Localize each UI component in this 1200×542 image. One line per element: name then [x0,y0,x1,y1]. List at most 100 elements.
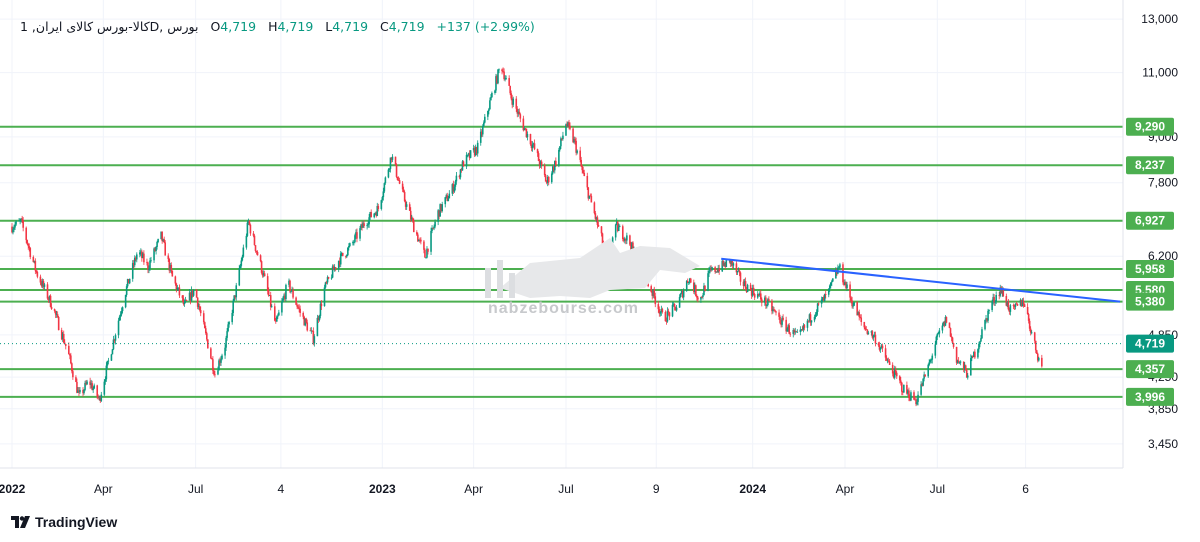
candle [687,281,690,286]
level-price-badge: 5,958 [1126,259,1174,278]
level-price-badge: 4,357 [1126,360,1174,379]
candle [196,297,199,310]
candle [93,383,95,390]
candle [84,380,86,392]
candle [562,131,564,141]
candle [285,283,287,302]
candle [596,215,599,229]
candle [621,224,624,242]
candle [753,293,756,301]
svg-text:4,719: 4,719 [1135,337,1165,351]
level-price-badge: 6,927 [1126,211,1174,230]
candle [629,234,631,246]
candle [238,264,241,287]
candle [809,311,812,326]
candle [739,271,742,286]
candle [448,190,451,199]
candle [744,277,747,291]
candle [42,278,45,290]
candle [977,348,979,359]
candle [607,245,610,252]
candle [192,289,195,297]
candle [110,353,113,361]
candle [100,391,103,403]
candle [675,305,678,312]
candle [799,326,802,336]
candle [49,294,52,308]
candle [858,309,861,321]
candle [289,279,291,294]
candle [376,202,379,217]
candle [587,186,590,201]
candle [178,284,181,298]
candle [86,379,88,386]
price-chart[interactable]: 13,00011,0009,0007,8006,2004,8504,2503,8… [0,0,1200,542]
candle [203,321,206,329]
candle [64,344,67,350]
candle [161,231,163,244]
candle [403,190,406,203]
candle [695,284,697,297]
candle [465,152,468,170]
close-label: C [380,19,389,34]
candle [249,223,252,236]
close-value: 4,719 [388,19,425,34]
candle [68,342,70,355]
candle [352,240,354,246]
candle [981,326,983,339]
candle [964,364,967,371]
level-price-badge: 3,996 [1126,387,1174,406]
candle [938,327,941,338]
candle [62,330,65,344]
candle [273,303,276,322]
x-axis[interactable]: 2022 Apr Jul 4 2023 Apr Jul 9 2024 Apr Jul 6 [0,482,1029,496]
candle [269,291,272,311]
candle [128,278,131,285]
candle [547,176,550,186]
candle [879,347,882,353]
tradingview-brand[interactable]: TradingView [11,514,117,530]
candle [714,265,716,274]
candle [860,314,863,326]
candle [707,270,709,292]
candle [853,302,855,307]
candle [359,226,361,242]
candle [246,220,249,238]
candle [949,327,952,338]
candle [810,320,813,326]
change-value: +137 (+2.99%) [436,19,535,34]
candle [913,390,915,401]
candle [75,375,77,383]
candle [1016,303,1019,307]
candle [792,328,795,338]
x-tick-label: 6 [1022,482,1029,496]
candle [253,234,256,246]
symbol-name[interactable]: کالا-بورس کالای ایران, 1D, بورس [20,19,198,34]
candle [704,285,706,292]
candle [366,223,368,230]
trendline-segment [721,257,1121,303]
y-tick-label: 13,000 [1141,12,1178,26]
candle [341,252,344,257]
candle [993,294,995,306]
candle [903,384,905,393]
candle [759,289,762,301]
candle [508,75,510,86]
open-value: 4,719 [220,19,257,34]
x-tick-label: 4 [278,482,285,496]
candle [842,262,844,285]
candle [586,172,589,190]
y-axis[interactable]: 13,00011,0009,0007,8006,2004,8504,2503,8… [1141,12,1178,451]
svg-text:5,958: 5,958 [1135,262,1165,276]
candle [185,299,188,301]
candle [785,316,787,334]
candle [373,213,376,219]
candle [1035,349,1038,355]
candle [590,193,593,203]
candle [408,202,411,211]
candle [103,379,106,397]
svg-text:8,237: 8,237 [1135,158,1165,172]
candle [711,266,713,272]
candle [479,128,482,146]
candle [263,270,266,277]
